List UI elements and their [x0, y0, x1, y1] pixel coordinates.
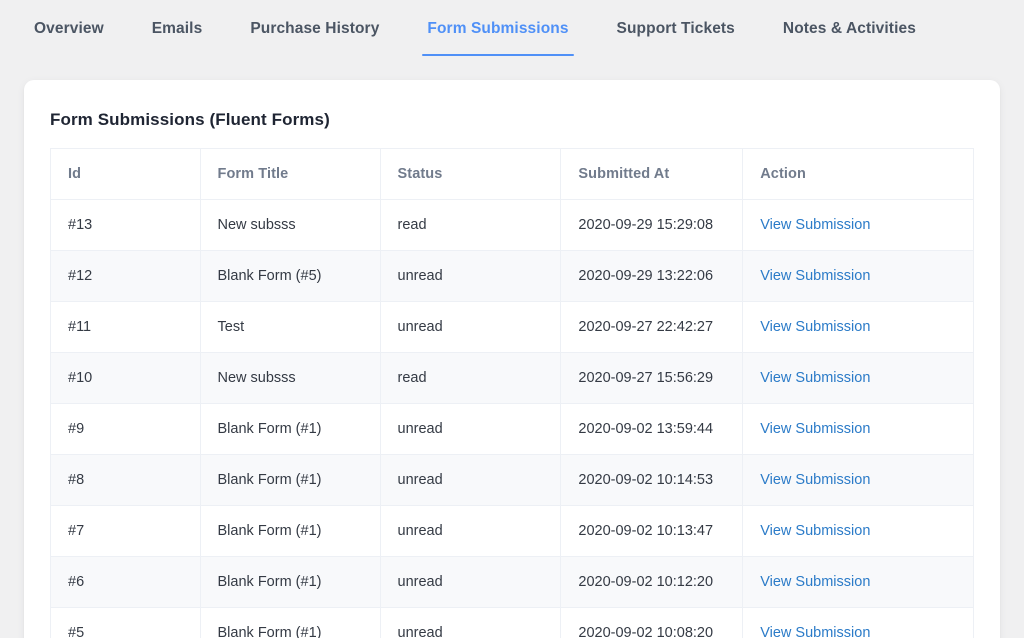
cell-submitted-at: 2020-09-27 22:42:27 — [560, 301, 744, 353]
tab-overview[interactable]: Overview — [34, 0, 104, 56]
table-row: #8 Blank Form (#1) unread 2020-09-02 10:14:… — [50, 454, 974, 506]
cell-id: #13 — [50, 199, 201, 251]
cell-id: #12 — [50, 250, 201, 302]
tab-form-submissions[interactable]: Form Submissions — [422, 0, 574, 56]
table-row: #10 New subsss read 2020-09-27 15:56:29 View… — [50, 352, 974, 404]
cell-id: #8 — [50, 454, 201, 506]
view-submission-link[interactable]: View Submission — [760, 217, 870, 233]
cell-id: #9 — [50, 403, 201, 455]
cell-status: read — [379, 199, 562, 251]
cell-status: unread — [379, 556, 562, 608]
column-header-id: Id — [50, 148, 201, 200]
cell-submitted-at: 2020-09-27 15:56:29 — [560, 352, 744, 404]
view-submission-link[interactable]: View Submission — [760, 370, 870, 386]
view-submission-link[interactable]: View Submission — [760, 421, 870, 437]
cell-id: #5 — [50, 607, 201, 638]
column-header-status: Status — [379, 148, 562, 200]
view-submission-link[interactable]: View Submission — [760, 268, 870, 284]
cell-form-title: Blank Form (#1) — [199, 505, 381, 557]
view-submission-link[interactable]: View Submission — [760, 523, 870, 539]
table-row: #6 Blank Form (#1) unread 2020-09-02 10:12:… — [50, 556, 974, 608]
form-submissions-card: Form Submissions (Fluent Forms) Id Form T… — [24, 80, 1000, 638]
cell-action: View Submission — [742, 403, 974, 455]
view-submission-link[interactable]: View Submission — [760, 319, 870, 335]
cell-id: #10 — [50, 352, 201, 404]
table-row: #13 New subsss read 2020-09-29 15:29:08 View… — [50, 199, 974, 251]
table-row: #11 Test unread 2020-09-27 22:42:27 View Sub… — [50, 301, 974, 353]
tab-emails[interactable]: Emails — [152, 0, 203, 56]
cell-form-title: Blank Form (#5) — [199, 250, 381, 302]
cell-action: View Submission — [742, 199, 974, 251]
tab-support-tickets[interactable]: Support Tickets — [617, 0, 735, 56]
cell-submitted-at: 2020-09-02 10:13:47 — [560, 505, 744, 557]
tab-notes-activities[interactable]: Notes & Activities — [783, 0, 916, 56]
cell-action: View Submission — [742, 250, 974, 302]
cell-submitted-at: 2020-09-02 10:12:20 — [560, 556, 744, 608]
cell-action: View Submission — [742, 505, 974, 557]
column-header-submitted-at: Submitted At — [560, 148, 744, 200]
cell-form-title: Blank Form (#1) — [199, 454, 381, 506]
cell-status: unread — [379, 403, 562, 455]
cell-id: #11 — [50, 301, 201, 353]
cell-status: unread — [379, 301, 562, 353]
card-title: Form Submissions (Fluent Forms) — [50, 110, 330, 129]
cell-form-title: New subsss — [199, 352, 381, 404]
cell-status: unread — [379, 607, 562, 638]
column-header-form-title: Form Title — [199, 148, 381, 200]
cell-action: View Submission — [742, 454, 974, 506]
cell-form-title: Test — [199, 301, 381, 353]
cell-action: View Submission — [742, 352, 974, 404]
tab-purchase-history[interactable]: Purchase History — [250, 0, 379, 56]
table-row: #7 Blank Form (#1) unread 2020-09-02 10:13:… — [50, 505, 974, 557]
table-body: #13 New subsss read 2020-09-29 15:29:08 View… — [50, 199, 974, 638]
table-row: #12 Blank Form (#5) unread 2020-09-29 13:22… — [50, 250, 974, 302]
cell-form-title: Blank Form (#1) — [199, 556, 381, 608]
cell-form-title: Blank Form (#1) — [199, 607, 381, 638]
view-submission-link[interactable]: View Submission — [760, 625, 870, 638]
cell-status: unread — [379, 454, 562, 506]
cell-submitted-at: 2020-09-29 15:29:08 — [560, 199, 744, 251]
cell-status: unread — [379, 250, 562, 302]
content-area: Form Submissions (Fluent Forms) Id Form T… — [0, 63, 1024, 638]
cell-form-title: Blank Form (#1) — [199, 403, 381, 455]
form-submissions-table: Id Form Title Status Submitted At Action #13… — [50, 148, 974, 638]
table-row: #9 Blank Form (#1) unread 2020-09-02 13:59:… — [50, 403, 974, 455]
cell-form-title: New subsss — [199, 199, 381, 251]
table-header: Id Form Title Status Submitted At Action — [50, 148, 974, 200]
profile-tabbar: Overview Emails Purchase History Form Submi… — [0, 0, 1024, 63]
cell-id: #6 — [50, 556, 201, 608]
cell-action: View Submission — [742, 556, 974, 608]
cell-id: #7 — [50, 505, 201, 557]
table-row: #5 Blank Form (#1) unread 2020-09-02 10:08:… — [50, 607, 974, 638]
cell-submitted-at: 2020-09-02 10:08:20 — [560, 607, 744, 638]
cell-submitted-at: 2020-09-29 13:22:06 — [560, 250, 744, 302]
cell-action: View Submission — [742, 607, 974, 638]
cell-submitted-at: 2020-09-02 13:59:44 — [560, 403, 744, 455]
table-header-row: Id Form Title Status Submitted At Action — [50, 148, 974, 200]
cell-status: read — [379, 352, 562, 404]
cell-submitted-at: 2020-09-02 10:14:53 — [560, 454, 744, 506]
view-submission-link[interactable]: View Submission — [760, 472, 870, 488]
view-submission-link[interactable]: View Submission — [760, 574, 870, 590]
cell-action: View Submission — [742, 301, 974, 353]
column-header-action: Action — [742, 148, 974, 200]
cell-status: unread — [379, 505, 562, 557]
